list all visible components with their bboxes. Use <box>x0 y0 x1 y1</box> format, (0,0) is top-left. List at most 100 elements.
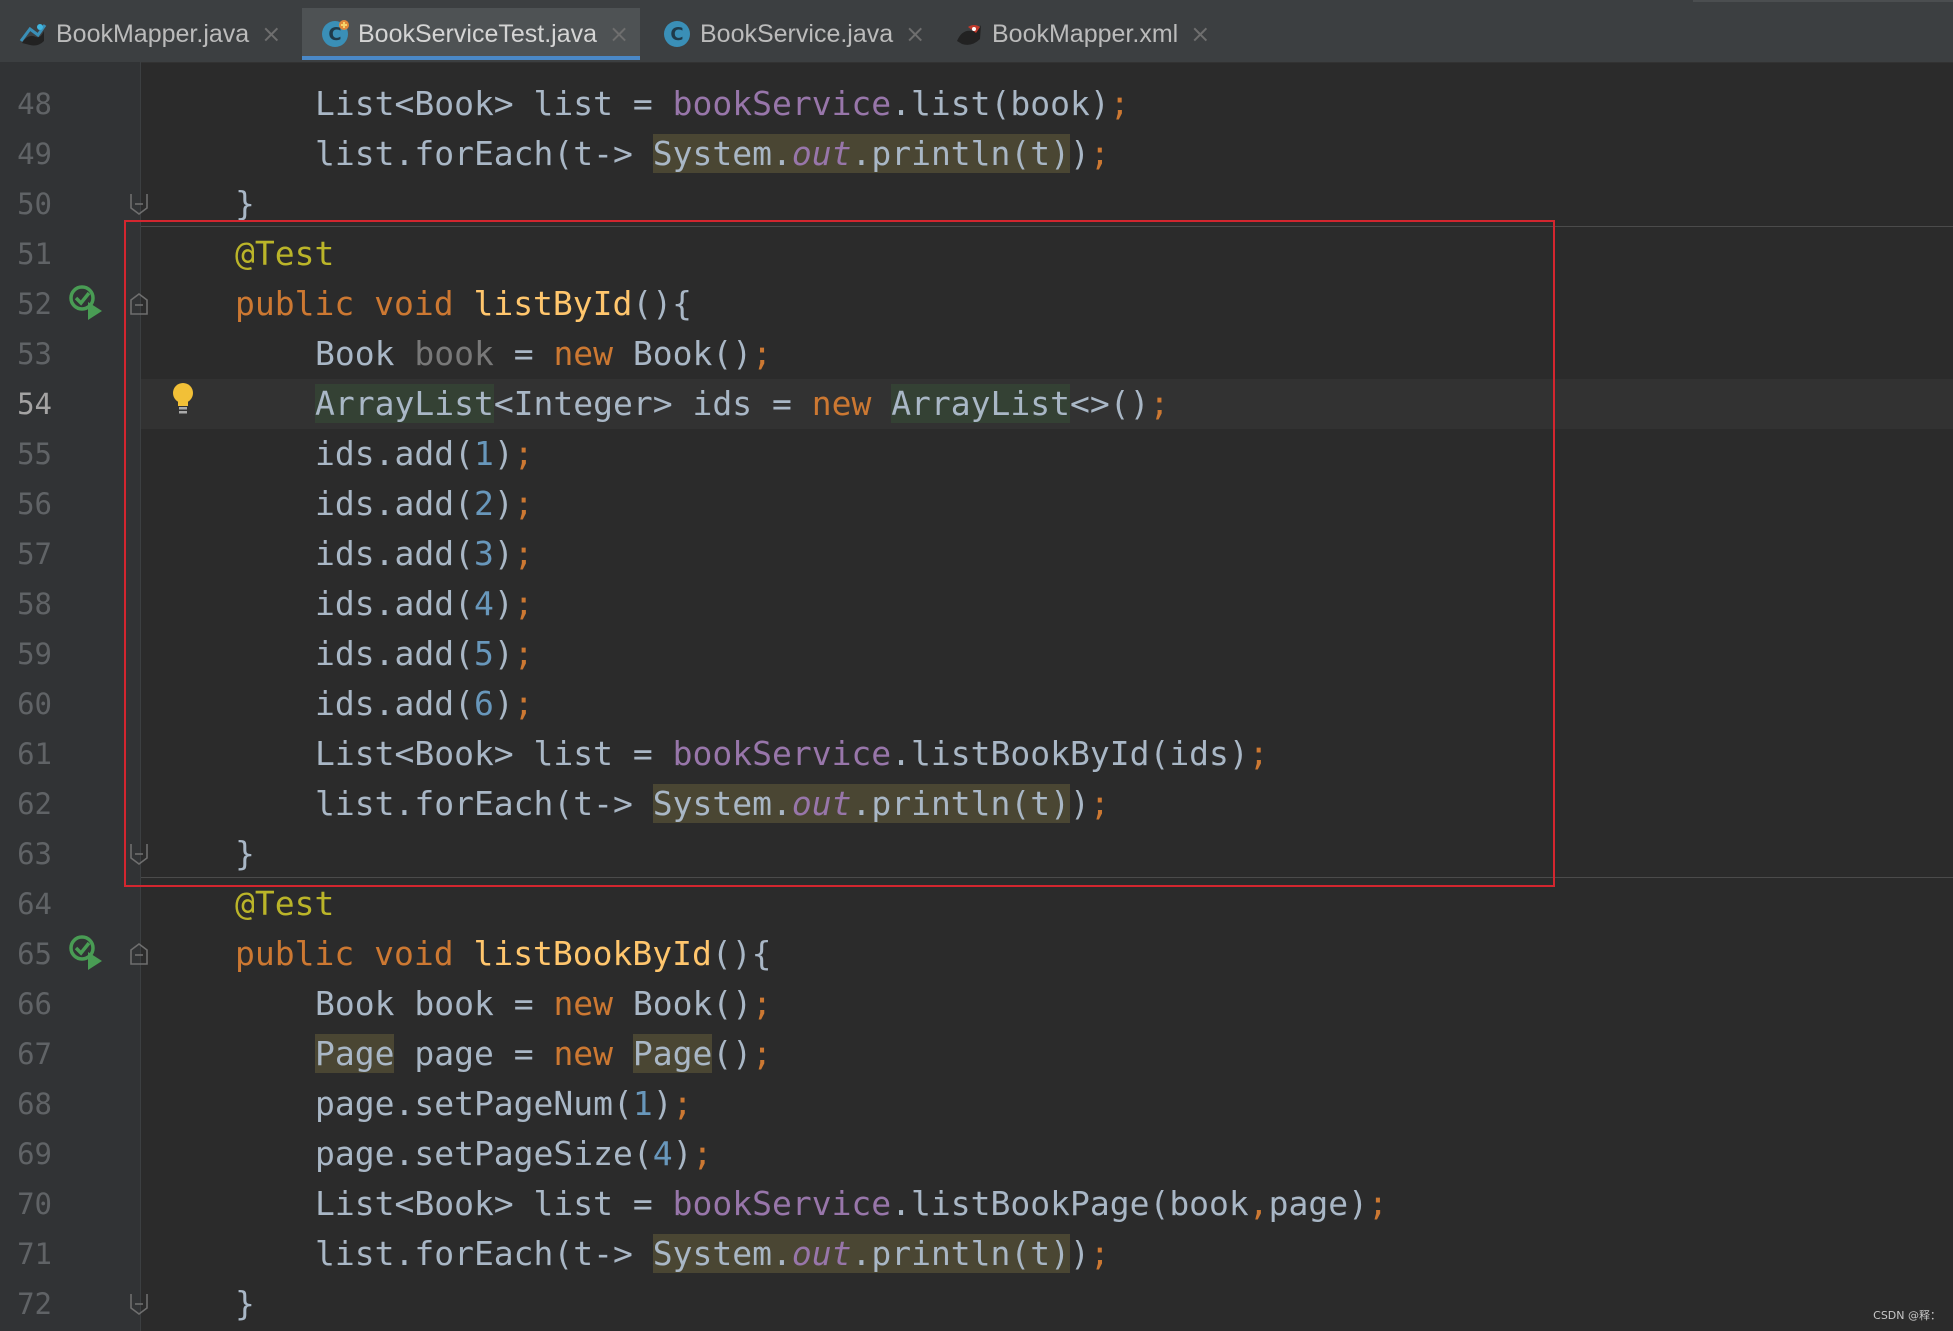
code-line-65[interactable]: 65 public void listBookById(){ <box>0 929 1953 979</box>
close-icon[interactable]: × <box>261 20 281 48</box>
code-token: ; <box>1368 1184 1388 1223</box>
editor-tab-bar: BookMapper.java × C BookServiceTest.java… <box>0 0 1953 63</box>
run-test-icon[interactable] <box>68 934 106 972</box>
code-token: bookService <box>672 1184 892 1223</box>
mapper-interface-icon <box>18 19 48 49</box>
code-token: . <box>771 1234 792 1273</box>
code-text-area[interactable]: list.forEach(t-> System.out.println(t)); <box>141 129 1953 179</box>
line-number: 63 <box>17 837 52 871</box>
code-token: .println(t) <box>851 1234 1071 1273</box>
line-number: 54 <box>17 387 52 421</box>
code-text: List<Book> list = bookService.listBookPa… <box>315 1179 1388 1229</box>
code-token: Page <box>315 1034 395 1073</box>
line-number: 50 <box>17 187 52 221</box>
code-token: } <box>235 1284 255 1323</box>
fold-end-icon[interactable] <box>128 1292 150 1316</box>
code-token: ; <box>752 1034 773 1073</box>
code-token: listBookById <box>473 934 712 973</box>
line-number: 60 <box>17 687 52 721</box>
code-text-area[interactable]: List<Book> list = bookService.listBookPa… <box>141 1179 1953 1229</box>
code-token: bookService <box>672 84 892 123</box>
tab-label: BookService.java <box>700 19 894 48</box>
ide-window: BookMapper.java × C BookServiceTest.java… <box>0 0 1953 1331</box>
code-line-68[interactable]: 68 page.setPageNum(1); <box>0 1079 1953 1129</box>
code-text: page.setPageSize(4); <box>315 1129 712 1179</box>
tab-bookmapper-java[interactable]: BookMapper.java × <box>0 8 298 60</box>
line-number: 56 <box>17 487 52 521</box>
code-line-48[interactable]: 48 List<Book> list = bookService.list(bo… <box>0 79 1953 129</box>
code-text-area[interactable]: } <box>141 1279 1953 1329</box>
fold-end-icon[interactable] <box>128 192 150 216</box>
line-number: 52 <box>17 287 52 321</box>
code-line-67[interactable]: 67 Page page = new Page(); <box>0 1029 1953 1079</box>
code-text: public void listBookById(){ <box>235 929 771 979</box>
code-token: .list(book) <box>891 84 1110 123</box>
code-token: out <box>791 1234 852 1273</box>
code-token: } <box>235 184 255 223</box>
line-number: 53 <box>17 337 52 371</box>
code-line-49[interactable]: 49 list.forEach(t-> System.out.println(t… <box>0 129 1953 179</box>
code-line-66[interactable]: 66 Book book = new Book(); <box>0 979 1953 1029</box>
code-line-72[interactable]: 72 } <box>0 1279 1953 1329</box>
code-text: Page page = new Page(); <box>315 1029 772 1079</box>
code-token: ) <box>1070 134 1090 173</box>
code-token: new <box>553 1034 614 1073</box>
class-icon: C <box>662 19 692 49</box>
tab-bookservicetest-java[interactable]: C BookServiceTest.java × <box>302 8 640 60</box>
run-test-icon[interactable] <box>68 284 106 322</box>
code-text-area[interactable]: Book book = new Book(); <box>141 979 1953 1029</box>
code-text: list.forEach(t-> System.out.println(t)); <box>315 1229 1110 1279</box>
tabbar-divider <box>1693 0 1953 2</box>
close-icon[interactable]: × <box>905 20 925 48</box>
line-number: 69 <box>17 1137 52 1171</box>
code-token: ; <box>1089 134 1110 173</box>
line-number: 59 <box>17 637 52 671</box>
code-token: book <box>414 984 494 1023</box>
code-token: list.forEach(t-> <box>315 134 653 173</box>
line-number: 61 <box>17 737 52 771</box>
code-token: ; <box>692 1134 713 1173</box>
class-icon: C <box>320 19 350 49</box>
tab-bookmapper-xml[interactable]: BookMapper.xml × <box>936 8 1216 60</box>
code-token: = <box>493 984 554 1023</box>
code-token: . <box>771 134 792 173</box>
code-token: 1 <box>632 1084 653 1123</box>
code-line-69[interactable]: 69 page.setPageSize(4); <box>0 1129 1953 1179</box>
line-number: 66 <box>17 987 52 1021</box>
code-token: public <box>235 934 355 973</box>
line-number: 58 <box>17 587 52 621</box>
tab-label: BookServiceTest.java <box>358 19 598 48</box>
tab-label: BookMapper.java <box>56 19 250 48</box>
code-text-area[interactable]: page.setPageSize(4); <box>141 1129 1953 1179</box>
code-text-area[interactable]: list.forEach(t-> System.out.println(t)); <box>141 1229 1953 1279</box>
code-token: @Test <box>235 884 335 923</box>
code-token: .println(t) <box>851 134 1071 173</box>
line-number: 49 <box>17 137 52 171</box>
code-text-area[interactable]: List<Book> list = bookService.list(book)… <box>141 79 1953 129</box>
close-icon[interactable]: × <box>1190 20 1210 48</box>
code-token: List<Book> list = <box>315 1184 673 1223</box>
watermark-text: CSDN @释： <box>1873 1309 1941 1322</box>
code-token: ; <box>752 984 772 1023</box>
code-token: List<Book> list = <box>315 84 673 123</box>
code-token: ) <box>652 1084 673 1123</box>
code-text-area[interactable]: page.setPageNum(1); <box>141 1079 1953 1129</box>
code-token: page = <box>394 1034 554 1073</box>
code-token: list.forEach(t-> <box>315 1234 653 1273</box>
code-token: ; <box>672 1084 693 1123</box>
code-text: page.setPageNum(1); <box>315 1079 693 1129</box>
code-text: } <box>235 1279 255 1329</box>
code-text-area[interactable]: public void listBookById(){ <box>141 929 1953 979</box>
code-token: page.setPageNum( <box>315 1084 633 1123</box>
fold-start-icon[interactable] <box>128 942 150 966</box>
code-text-area[interactable]: Page page = new Page(); <box>141 1029 1953 1079</box>
code-token: .listBookPage(book <box>891 1184 1249 1223</box>
line-number: 70 <box>17 1187 52 1221</box>
close-icon[interactable]: × <box>609 20 629 48</box>
tab-bookservice-java[interactable]: C BookService.java × <box>644 8 932 60</box>
code-line-71[interactable]: 71 list.forEach(t-> System.out.println(t… <box>0 1229 1953 1279</box>
code-line-70[interactable]: 70 List<Book> list = bookService.listBoo… <box>0 1179 1953 1229</box>
code-token: ; <box>1089 1234 1110 1273</box>
line-number: 55 <box>17 437 52 471</box>
code-token: page.setPageSize( <box>315 1134 653 1173</box>
